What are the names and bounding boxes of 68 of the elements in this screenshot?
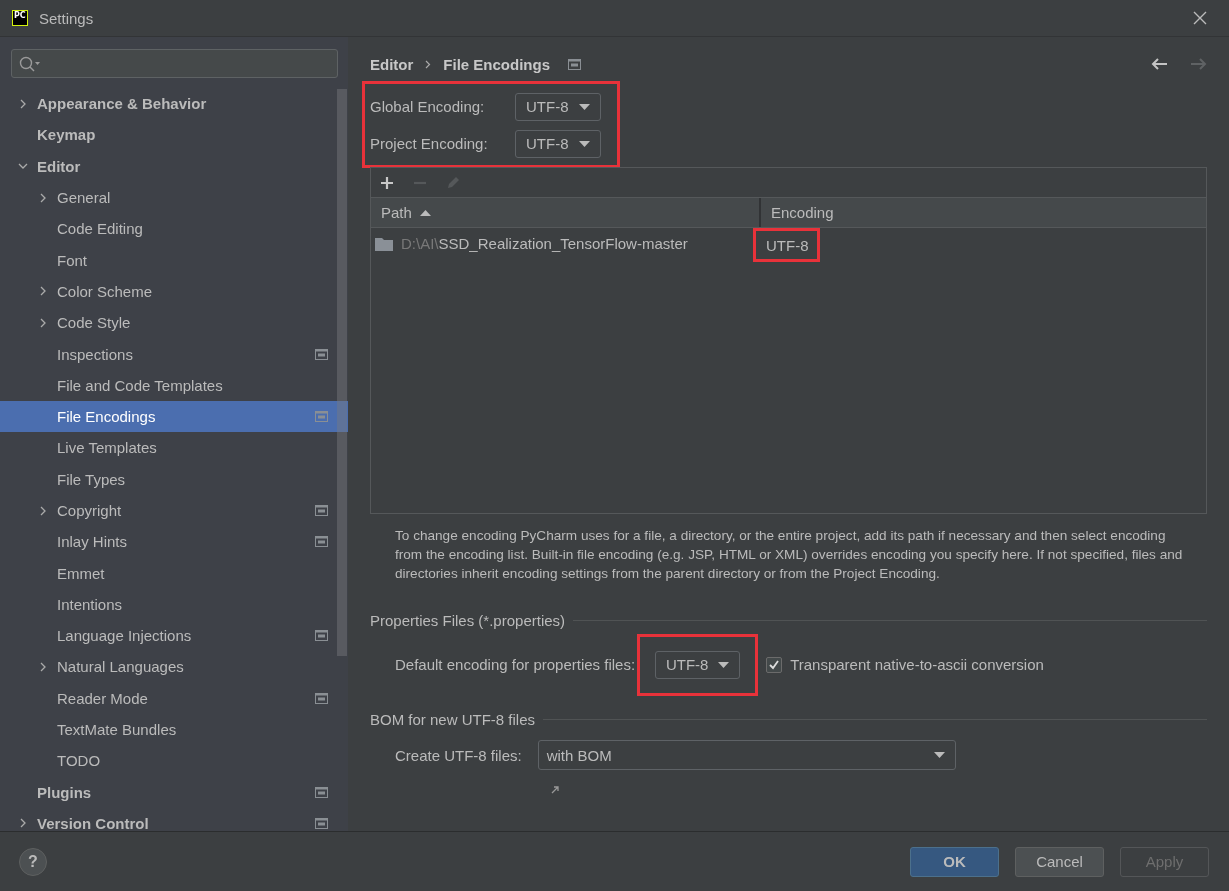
window-title: Settings	[39, 9, 95, 27]
dropdown-caret-icon	[933, 752, 945, 758]
folder-icon	[375, 236, 393, 251]
sidebar-item[interactable]: Reader Mode	[0, 682, 348, 714]
sidebar-item[interactable]: Emmet	[0, 557, 348, 589]
sidebar-item[interactable]: Copyright	[0, 494, 348, 527]
column-header[interactable]: Encoding	[761, 198, 1206, 227]
back-arrow-icon[interactable]	[1151, 57, 1168, 71]
breadcrumb-item: File Encodings	[443, 55, 551, 73]
sidebar-item[interactable]: Editor	[0, 150, 348, 182]
field-label: Global Encoding:	[370, 98, 486, 115]
sidebar-item[interactable]: General	[0, 181, 348, 214]
sidebar-item[interactable]: File Types	[0, 463, 348, 495]
chevron-right-icon[interactable]	[38, 317, 48, 328]
sidebar-item[interactable]: Intentions	[0, 588, 348, 621]
field-label: Default encoding for properties files:	[395, 656, 636, 673]
chevron-right-icon	[425, 59, 432, 69]
help-text: To change encoding PyCharm uses for a file, a directory, or the entire project, add its path if necessary and then select encoding from the encoding list. Built-in file encoding (e.g. JSP, HTML or XML) overrides encoding you specify here. If not specified, files and directories inherit encoding settings from the parent directory or from the Project Encoding.	[395, 527, 1184, 583]
sidebar-item[interactable]: Appearance & Behavior	[0, 88, 348, 120]
table-cell: UTF-8	[766, 236, 809, 254]
section-title: Properties Files (*.properties)	[370, 611, 566, 629]
sidebar-item[interactable]: Plugins	[0, 776, 348, 808]
sidebar-item[interactable]: TODO	[0, 745, 348, 777]
encoding-dropdown[interactable]: UTF-8	[654, 650, 741, 679]
dropdown-caret-icon	[718, 661, 730, 668]
sidebar-item[interactable]: Inlay Hints	[0, 526, 348, 558]
field-label: Create UTF-8 files:	[395, 746, 522, 764]
sidebar-item[interactable]: Language Injections	[0, 620, 348, 652]
chevron-right-icon[interactable]	[38, 192, 48, 203]
sidebar-item[interactable]: Color Scheme	[0, 275, 348, 308]
chevron-right-icon[interactable]	[38, 662, 48, 672]
dialog-button[interactable]: Cancel	[1015, 846, 1104, 877]
search-icon	[19, 55, 41, 72]
dropdown-caret-icon	[578, 103, 590, 110]
plus-icon[interactable]	[379, 174, 395, 191]
sidebar-item[interactable]: Version Control	[0, 807, 348, 831]
dropdown-caret-icon	[578, 140, 590, 147]
encoding-dropdown[interactable]: UTF-8	[515, 92, 601, 121]
chevron-right-icon[interactable]	[18, 818, 28, 829]
bom-dropdown[interactable]: with BOM	[537, 740, 956, 770]
sidebar-item[interactable]: Inspections	[0, 338, 348, 370]
sidebar-item[interactable]: File Encodings	[0, 400, 348, 433]
sidebar-item[interactable]: Code Editing	[0, 213, 348, 245]
encoding-dropdown[interactable]: UTF-8	[515, 129, 601, 158]
diagonal-arrow-icon[interactable]	[551, 786, 559, 794]
sidebar-item[interactable]: Code Style	[0, 307, 348, 339]
sidebar-item[interactable]: Live Templates	[0, 432, 348, 464]
checkbox[interactable]: Transparent native-to-ascii conversion	[766, 656, 1044, 673]
scrollbar[interactable]	[337, 89, 347, 656]
app-logo: PC	[12, 10, 28, 26]
breadcrumb-item[interactable]: Editor	[370, 55, 414, 73]
checkbox-box[interactable]	[766, 656, 783, 673]
help-button[interactable]: ?	[19, 847, 47, 876]
table-cell: D:\AI\SSD_Realization_TensorFlow-master	[371, 235, 753, 252]
chevron-right-icon[interactable]	[38, 286, 48, 297]
sidebar-item[interactable]: Font	[0, 244, 348, 276]
dialog-button[interactable]: OK	[910, 846, 999, 877]
chevron-right-icon[interactable]	[18, 98, 28, 109]
field-label: Project Encoding:	[370, 135, 489, 152]
close-icon[interactable]	[1193, 11, 1207, 25]
sidebar-item[interactable]: TextMate Bundles	[0, 713, 348, 746]
sidebar-item[interactable]: Keymap	[0, 119, 348, 151]
chevron-right-icon[interactable]	[38, 505, 48, 516]
search-field[interactable]	[11, 49, 338, 78]
sidebar-item[interactable]: File and Code Templates	[0, 369, 348, 401]
column-header[interactable]: Path	[371, 198, 761, 227]
section-title: BOM for new UTF-8 files	[370, 710, 536, 728]
sidebar-item[interactable]: Natural Languages	[0, 651, 348, 683]
